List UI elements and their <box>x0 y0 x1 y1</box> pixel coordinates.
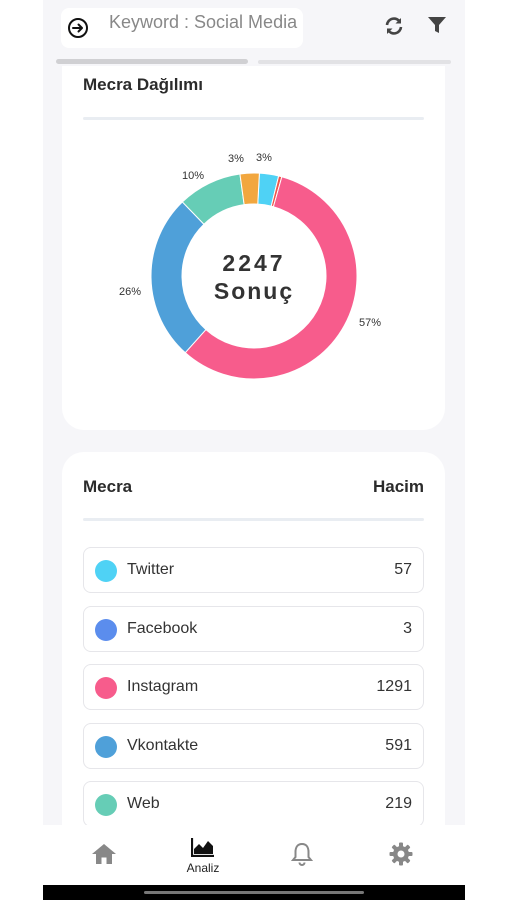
channel-volume: 219 <box>385 795 412 812</box>
tab-indicator-inactive[interactable] <box>258 60 451 64</box>
filter-icon[interactable] <box>427 15 447 35</box>
twitter-color-dot <box>95 560 117 582</box>
pct-label-other: 3% <box>228 153 244 165</box>
pct-label-twitter: 3% <box>256 152 272 164</box>
search-box[interactable]: Keyword : Social Media <box>61 8 303 48</box>
list-item[interactable]: Twitter 57 <box>83 547 424 593</box>
home-indicator[interactable] <box>144 891 364 894</box>
distribution-card: Mecra Dağılımı 3% 3% 10% 26% 57% 2247 So… <box>62 66 445 430</box>
channel-volume: 3 <box>403 620 412 637</box>
channel-name: Web <box>127 795 160 812</box>
channel-name: Twitter <box>127 561 175 578</box>
channel-name: Instagram <box>127 678 199 695</box>
arrow-circle-right-icon[interactable] <box>67 17 89 39</box>
tab-indicator-active[interactable] <box>56 59 248 64</box>
bell-icon[interactable] <box>291 842 313 866</box>
slice-vkontakte[interactable] <box>150 201 207 354</box>
nav-label-analysis: Analiz <box>186 861 220 875</box>
donut-chart: 3% 3% 10% 26% 57% 2247 Sonuç <box>119 152 381 380</box>
facebook-color-dot <box>95 619 117 641</box>
column-header-volume: Hacim <box>372 477 424 496</box>
gear-icon[interactable] <box>389 842 413 866</box>
nav-analysis[interactable]: Analiz <box>173 825 233 885</box>
refresh-icon[interactable] <box>383 15 405 37</box>
donut-slices <box>150 172 358 380</box>
system-navigation-bar <box>43 885 465 900</box>
total-label: Sonuç <box>214 278 294 304</box>
pct-label-web: 10% <box>182 170 204 182</box>
list-item[interactable]: Instagram 1291 <box>83 664 424 710</box>
bottom-navigation: Analiz <box>43 825 465 885</box>
list-item[interactable]: Web 219 <box>83 781 424 827</box>
divider <box>83 518 424 521</box>
pct-label-vkontakte: 26% <box>119 286 141 298</box>
app-screen: Keyword : Social Media Mecra Dağılımı 3%… <box>43 0 465 900</box>
channel-list-card: Mecra Hacim Twitter 57 Facebook 3 Instag… <box>62 452 445 872</box>
channel-name: Vkontakte <box>127 737 199 754</box>
list-item[interactable]: Facebook 3 <box>83 606 424 652</box>
channel-volume: 1291 <box>376 678 412 695</box>
channel-volume: 591 <box>385 737 412 754</box>
column-header-channel: Mecra <box>83 477 133 496</box>
list-item[interactable]: Vkontakte 591 <box>83 723 424 769</box>
pct-label-instagram: 57% <box>359 317 381 329</box>
vkontakte-color-dot <box>95 736 117 758</box>
channel-volume: 57 <box>394 561 412 578</box>
chart-icon[interactable] <box>191 837 215 857</box>
channel-name: Facebook <box>127 620 198 637</box>
web-color-dot <box>95 794 117 816</box>
nav-settings[interactable] <box>371 825 431 885</box>
total-count: 2247 <box>222 250 285 276</box>
home-icon[interactable] <box>91 843 117 865</box>
nav-home[interactable] <box>74 825 134 885</box>
instagram-color-dot <box>95 677 117 699</box>
search-keyword-text[interactable]: Keyword : Social Media <box>109 11 299 33</box>
nav-notifications[interactable] <box>272 825 332 885</box>
